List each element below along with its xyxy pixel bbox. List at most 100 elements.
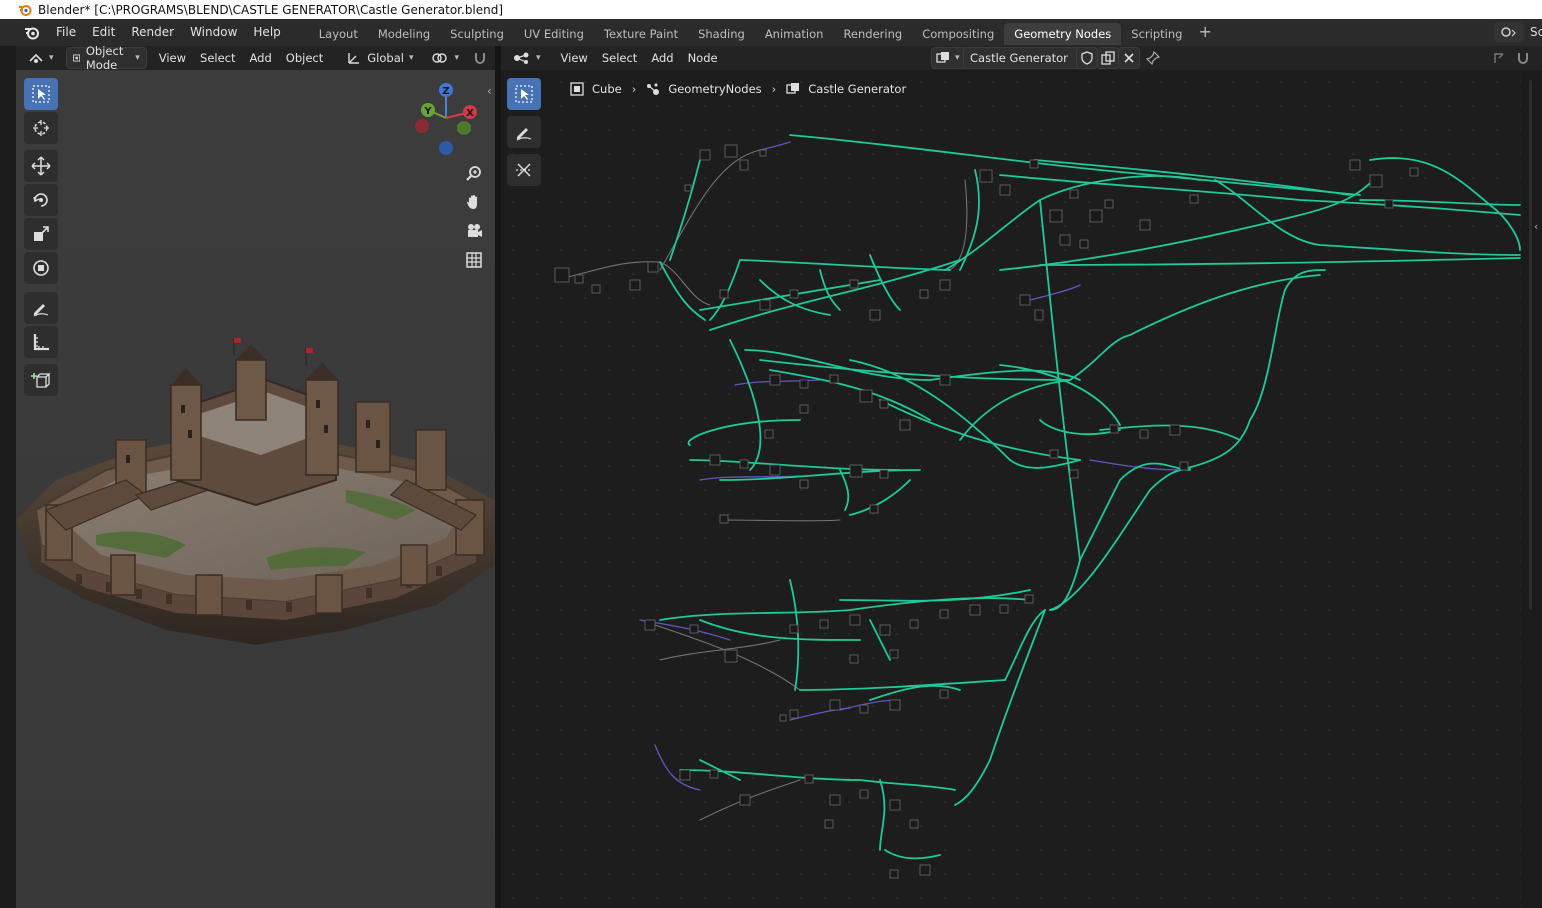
tab-uv-editing[interactable]: UV Editing xyxy=(514,23,594,45)
sidebar-toggle-icon[interactable]: ‹ xyxy=(1534,220,1538,233)
node-group-name: Castle Generator xyxy=(970,51,1068,65)
breadcrumb-object[interactable]: Cube xyxy=(592,82,622,96)
shield-icon xyxy=(1081,51,1093,65)
mode-selector[interactable]: Object Mode ▾ xyxy=(65,44,147,72)
tab-animation[interactable]: Animation xyxy=(755,23,834,45)
select-cursor-icon xyxy=(515,85,533,103)
fake-user-button[interactable] xyxy=(1076,47,1098,69)
gizmo-z-label: Z xyxy=(442,86,449,97)
hand-icon xyxy=(467,195,477,209)
duplicate-node-group-button[interactable] xyxy=(1097,47,1119,69)
browse-node-group-button[interactable]: ▾ xyxy=(931,47,967,69)
blender-menu-icon[interactable] xyxy=(24,25,40,41)
duplicate-icon xyxy=(1101,51,1115,65)
menu-help[interactable]: Help xyxy=(245,19,288,46)
window-title: Blender* [C:\PROGRAMS\BLEND\CASTLE GENER… xyxy=(38,2,504,17)
link-cut-tool[interactable] xyxy=(507,154,541,186)
node-editor-canvas[interactable] xyxy=(501,70,1521,908)
node-snap-button[interactable] xyxy=(1513,48,1533,68)
perspective-toggle-button[interactable] xyxy=(461,247,487,273)
vertical-scrollbar[interactable] xyxy=(1529,80,1532,610)
menu-file[interactable]: File xyxy=(48,19,84,46)
measure-tool[interactable] xyxy=(24,326,58,358)
add-cube-icon xyxy=(31,373,51,388)
tab-texture-paint[interactable]: Texture Paint xyxy=(594,23,688,45)
pin-button[interactable] xyxy=(1143,48,1163,68)
transform-orientation-selector[interactable]: Global ▾ xyxy=(341,48,419,68)
node-annotate-tool[interactable] xyxy=(507,116,541,148)
transform-tool[interactable] xyxy=(24,252,58,284)
tab-sculpting[interactable]: Sculpting xyxy=(440,23,514,45)
scene-selector-button[interactable] xyxy=(1494,22,1524,42)
node-menu-view[interactable]: View xyxy=(555,48,594,68)
breadcrumb-separator-icon: › xyxy=(771,82,777,96)
snap-toggle-button[interactable] xyxy=(467,48,493,68)
window-title-bar: Blender* [C:\PROGRAMS\BLEND\CASTLE GENER… xyxy=(0,0,1542,19)
pan-button[interactable] xyxy=(461,189,487,215)
top-menu-bar: File Edit Render Window Help Layout Mode… xyxy=(0,19,1542,46)
menu-render[interactable]: Render xyxy=(123,19,182,46)
node-menu-select[interactable]: Select xyxy=(596,48,643,68)
object-mode-icon xyxy=(72,54,80,62)
mode-label: Object Mode xyxy=(85,44,124,72)
tab-geometry-nodes[interactable]: Geometry Nodes xyxy=(1004,22,1122,45)
scale-tool[interactable] xyxy=(24,218,58,250)
camera-icon xyxy=(468,224,482,237)
3d-viewport[interactable]: Z Y X ‹ xyxy=(16,70,495,908)
castle-model xyxy=(16,338,495,645)
workspace-tabs: Layout Modeling Sculpting UV Editing Tex… xyxy=(309,21,1218,45)
cursor-tool[interactable] xyxy=(24,112,58,144)
add-cube-tool[interactable] xyxy=(24,364,58,396)
viewport-menu-add[interactable]: Add xyxy=(244,48,278,68)
tab-scripting[interactable]: Scripting xyxy=(1121,23,1192,45)
transform-icon xyxy=(33,260,49,276)
node-menu-add[interactable]: Add xyxy=(645,48,679,68)
gizmo-y-label: Y xyxy=(423,106,432,117)
tab-rendering[interactable]: Rendering xyxy=(833,23,912,45)
viewport-menu-object[interactable]: Object xyxy=(280,48,329,68)
grid-icon xyxy=(466,252,482,268)
unlink-node-group-button[interactable] xyxy=(1118,47,1140,69)
scale-icon xyxy=(34,226,49,241)
ruler-icon xyxy=(33,334,49,351)
navigation-gizmo[interactable]: Z Y X xyxy=(408,80,480,158)
magnet-icon xyxy=(475,53,485,64)
node-editor-header: ▾ View Select Add Node ▾ Castle Generato… xyxy=(501,46,1542,70)
breadcrumb-modifier[interactable]: GeometryNodes xyxy=(668,82,761,96)
node-editor-type-button[interactable]: ▾ xyxy=(507,48,547,68)
zoom-button[interactable] xyxy=(461,160,487,186)
viewport-menu-view[interactable]: View xyxy=(153,48,192,68)
breadcrumb-node-group[interactable]: Castle Generator xyxy=(808,82,906,96)
select-box-tool[interactable] xyxy=(24,78,58,110)
editor-type-button[interactable]: ▾ xyxy=(22,48,60,68)
node-graph xyxy=(554,134,1521,879)
node-menu-node[interactable]: Node xyxy=(682,48,724,68)
annotate-tool[interactable] xyxy=(24,292,58,324)
close-icon xyxy=(1124,53,1134,63)
node-tree-icon xyxy=(514,52,529,64)
tab-layout[interactable]: Layout xyxy=(309,23,368,45)
add-workspace-icon[interactable]: + xyxy=(1192,21,1217,45)
pencil-icon xyxy=(516,128,532,141)
parent-node-tree-button[interactable] xyxy=(1489,48,1509,68)
pin-icon xyxy=(1146,51,1160,65)
node-group-icon xyxy=(786,82,800,96)
tab-compositing[interactable]: Compositing xyxy=(912,23,1004,45)
menu-edit[interactable]: Edit xyxy=(84,19,123,46)
node-editor-sidebar-strip[interactable]: ‹ xyxy=(1521,70,1542,908)
move-tool[interactable] xyxy=(24,150,58,182)
viewport-menu-select[interactable]: Select xyxy=(194,48,241,68)
magnet-icon xyxy=(1518,53,1528,64)
node-group-icon xyxy=(936,52,949,63)
breadcrumb-separator-icon: › xyxy=(631,82,637,96)
camera-view-button[interactable] xyxy=(461,218,487,244)
tab-modeling[interactable]: Modeling xyxy=(368,23,440,45)
menu-window[interactable]: Window xyxy=(182,19,245,46)
node-select-tool[interactable] xyxy=(507,78,541,110)
collapse-sidebar-icon[interactable]: ‹ xyxy=(487,84,492,98)
rotate-tool[interactable] xyxy=(24,184,58,216)
tab-shading[interactable]: Shading xyxy=(688,23,755,45)
scene-name-label[interactable]: Sc xyxy=(1530,19,1542,46)
pivot-point-button[interactable]: ▾ xyxy=(425,48,465,68)
node-group-name-field[interactable]: Castle Generator xyxy=(963,47,1081,69)
